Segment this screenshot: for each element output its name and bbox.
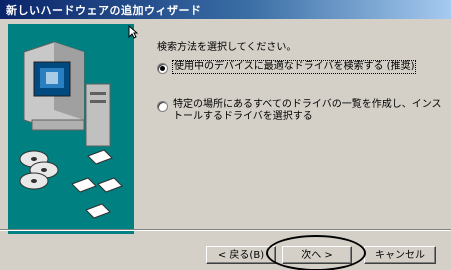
cancel-button[interactable]: キャンセル — [364, 246, 436, 264]
window-title: 新しいハードウェアの追加ウィザード — [6, 4, 202, 17]
hardware-illustration-icon — [8, 24, 134, 234]
radio-selected-icon[interactable] — [157, 63, 168, 74]
next-button-highlight-circle — [266, 235, 366, 270]
divider — [0, 229, 451, 231]
mouse-cursor-icon — [128, 24, 139, 43]
title-bar[interactable]: 新しいハードウェアの追加ウィザード — [0, 0, 451, 19]
wizard-illustration — [8, 24, 134, 234]
option-label-select-from-list[interactable]: 特定の場所にあるすべてのドライバの一覧を作成し、インス トールするドライバを選択… — [173, 99, 442, 123]
option-label-search-best-driver[interactable]: 使用中のデバイスに最適なドライバを検索する (推奨) — [171, 60, 417, 74]
instruction-text: 検索方法を選択してください。 — [157, 42, 297, 53]
radio-unselected-icon[interactable] — [157, 101, 168, 112]
wizard-window: 新しいハードウェアの追加ウィザード 検索方法を選択してください。 使用中のデバイ… — [0, 0, 451, 270]
